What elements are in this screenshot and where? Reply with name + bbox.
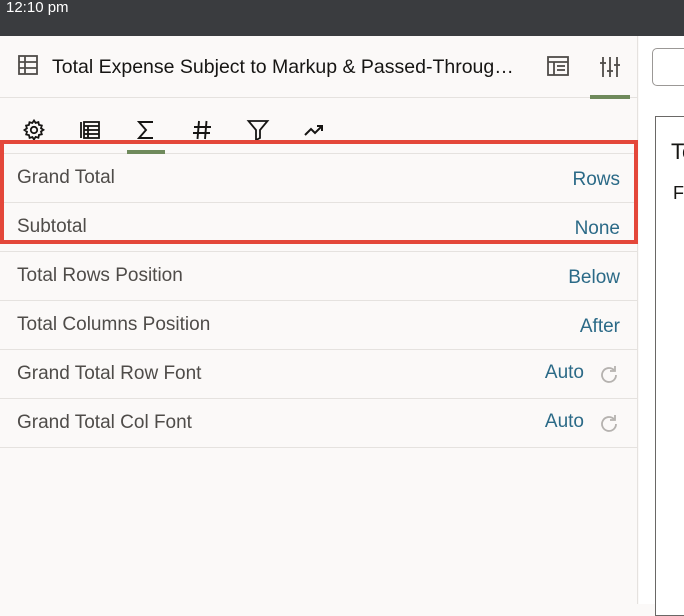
- property-value-dropdown[interactable]: Auto: [545, 362, 584, 384]
- property-label: Grand Total Row Font: [17, 363, 202, 384]
- table-rows-icon: [80, 121, 100, 139]
- property-row-total-columns-position[interactable]: Total Columns Position After: [0, 301, 638, 350]
- tab-number-format[interactable]: [183, 108, 221, 154]
- panel-header: Total Expense Subject to Markup & Passed…: [0, 36, 638, 99]
- filter-icon: [246, 120, 270, 142]
- property-value-dropdown[interactable]: None: [575, 218, 620, 240]
- reset-icon[interactable]: [598, 413, 620, 435]
- canvas-input[interactable]: [652, 48, 684, 86]
- property-row-grand-total[interactable]: Grand Total Rows: [0, 154, 638, 203]
- trend-icon: [304, 125, 323, 136]
- tab-filters[interactable]: [239, 108, 277, 154]
- status-bar: 12:10 pm: [0, 0, 684, 36]
- property-toolbar: [2, 108, 634, 154]
- property-label: Grand Total Col Font: [17, 412, 192, 433]
- property-row-grand-total-row-font[interactable]: Grand Total Row Font Auto: [0, 350, 638, 399]
- property-row-grand-total-col-font[interactable]: Grand Total Col Font Auto: [0, 399, 638, 448]
- hash-icon: [193, 120, 211, 140]
- visualization-frame[interactable]: To F: [655, 116, 684, 616]
- totals-properties-list: Grand Total Rows Subtotal None Total Row…: [0, 154, 638, 448]
- reset-icon[interactable]: [598, 364, 620, 386]
- property-row-total-rows-position[interactable]: Total Rows Position Below: [0, 252, 638, 301]
- tab-rows[interactable]: [71, 108, 109, 154]
- panel-title: Total Expense Subject to Markup & Passed…: [52, 56, 514, 78]
- property-label: Subtotal: [17, 216, 87, 237]
- gear-icon: [22, 118, 46, 142]
- canvas-text-fragment: F: [673, 183, 684, 203]
- tab-general[interactable]: [15, 108, 53, 154]
- status-time: 12:10 pm: [6, 0, 69, 16]
- property-label: Total Rows Position: [17, 265, 183, 286]
- property-value-dropdown[interactable]: Below: [568, 267, 620, 289]
- tab-analytics[interactable]: [295, 108, 333, 154]
- tab-totals[interactable]: [127, 108, 165, 154]
- property-label: Total Columns Position: [17, 314, 211, 335]
- property-value-dropdown[interactable]: Auto: [545, 411, 584, 433]
- active-tab-indicator: [590, 95, 630, 99]
- property-value-dropdown[interactable]: After: [580, 316, 620, 338]
- layout-icon[interactable]: [546, 54, 570, 78]
- canvas-title-fragment: To: [671, 139, 684, 164]
- canvas-area: To F: [639, 36, 684, 616]
- tab-properties[interactable]: [590, 46, 630, 99]
- property-row-subtotal[interactable]: Subtotal None: [0, 203, 638, 252]
- properties-panel: Total Expense Subject to Markup & Passed…: [0, 36, 638, 604]
- property-value-dropdown[interactable]: Rows: [572, 169, 620, 191]
- table-grid-icon: [17, 54, 39, 76]
- sigma-icon: [136, 121, 153, 139]
- property-label: Grand Total: [17, 167, 115, 188]
- sliders-icon: [600, 57, 620, 77]
